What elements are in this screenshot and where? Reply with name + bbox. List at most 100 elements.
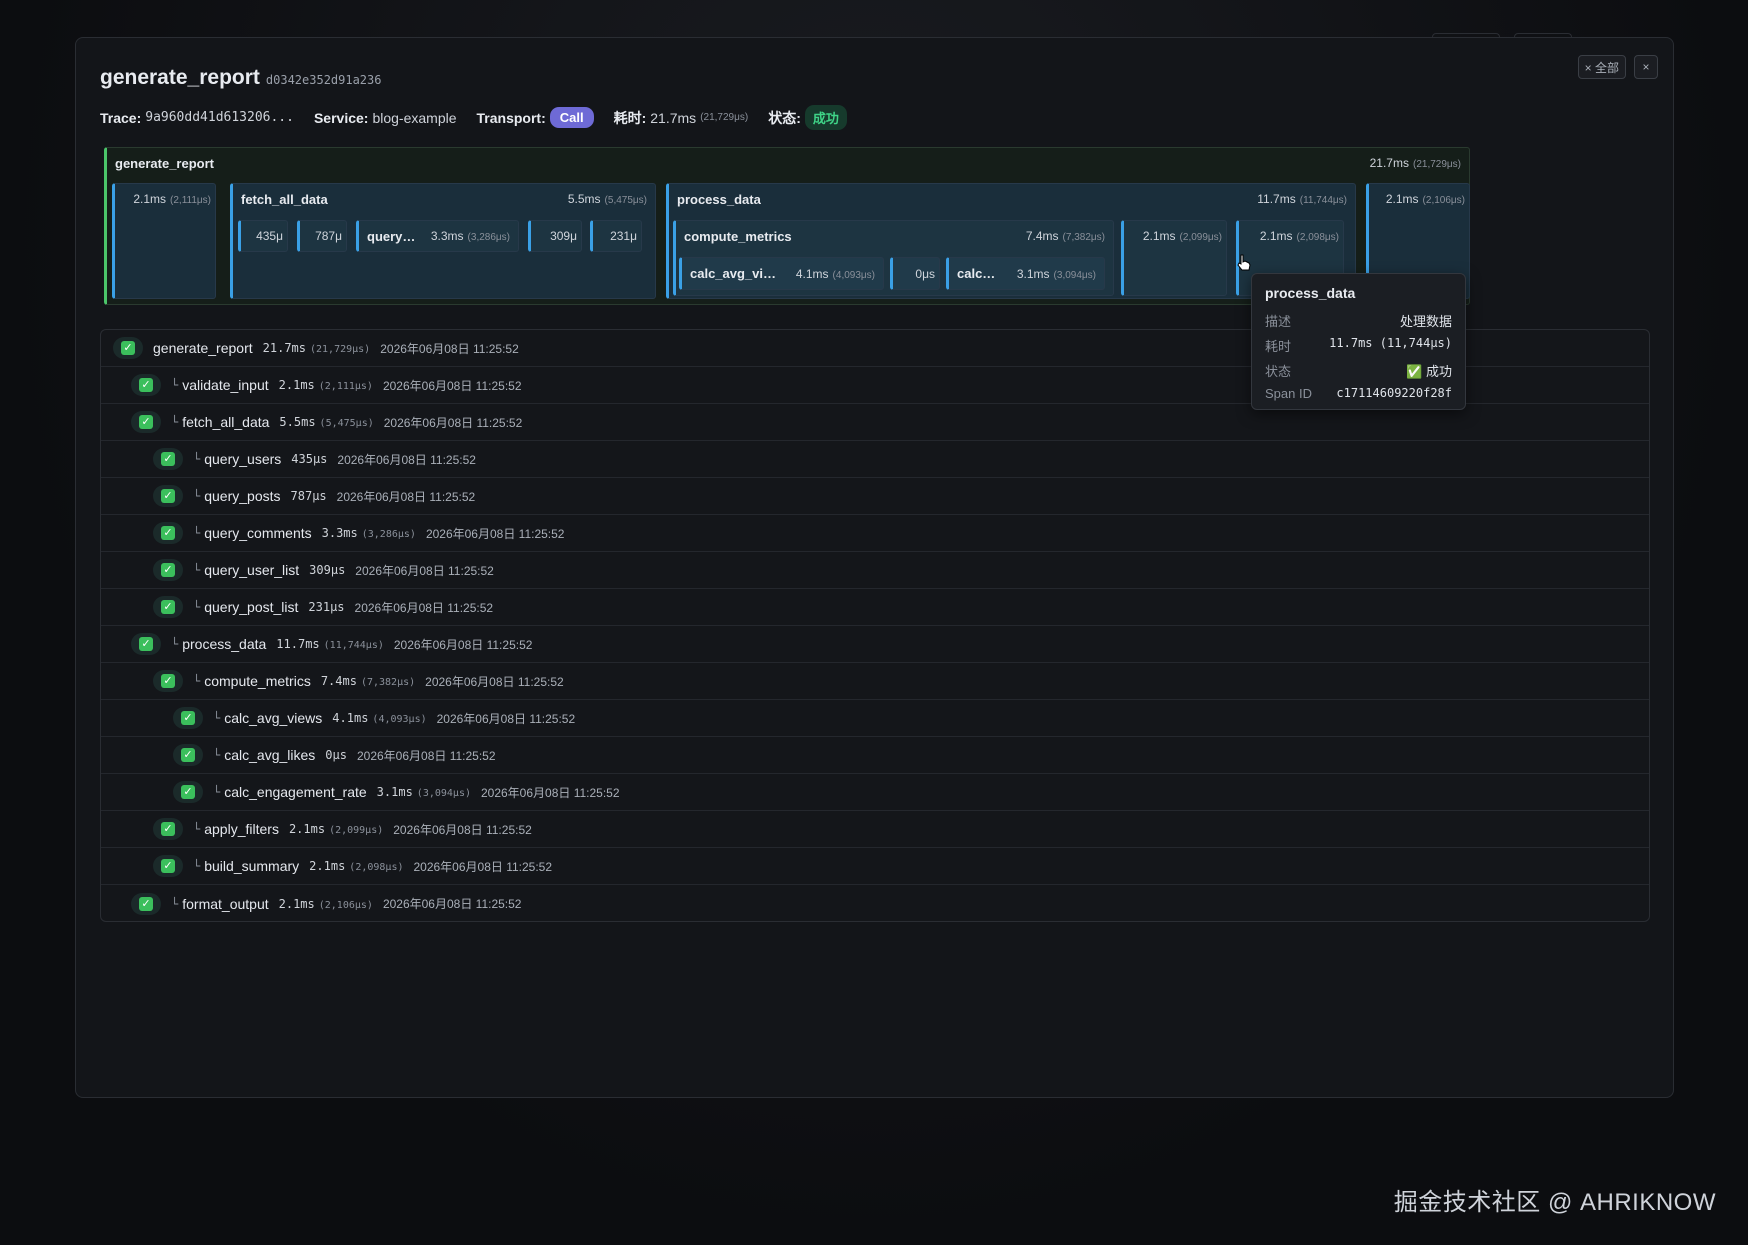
table-row[interactable]: ✓ └ query_user_list 309μs 2026年06月08日 11:25:… — [101, 552, 1649, 589]
span-duration: 3.1ms (3,094μs) — [377, 785, 471, 799]
span-timestamp: 2026年06月08日 11:25:52 — [393, 822, 532, 837]
span-name: process_data — [182, 636, 267, 652]
tree-connector: └ — [213, 748, 221, 762]
check-glyph: ✓ — [161, 822, 175, 836]
span-duration-value: 3.1ms — [376, 785, 413, 799]
tree-connector: └ — [171, 637, 179, 651]
tree-connector: └ — [213, 711, 221, 725]
pointer-cursor-icon — [1237, 254, 1251, 271]
flame-block-us: (7,382μs) — [1062, 232, 1105, 243]
flame-block-query-posts[interactable]: 787μ — [297, 220, 347, 252]
flame-block-us: (11,744μs) — [1299, 195, 1347, 206]
flame-block-duration: 4.1ms — [795, 266, 829, 281]
span-tooltip: process_data 描述 处理数据 耗时 11.7ms (11,744μs) … — [1251, 273, 1466, 410]
flame-block-us: (5,475μs) — [604, 195, 647, 206]
span-timestamp: 2026年06月08日 11:25:52 — [382, 378, 522, 393]
table-row[interactable]: ✓ └ build_summary 2.1ms (2,098μs) 2026年06月08日… — [101, 848, 1649, 885]
span-duration-us: (4,093μs) — [372, 714, 427, 725]
flame-block-apply-filters[interactable]: 2.1ms (2,099μs) — [1121, 220, 1227, 296]
span-duration-value: 4.1ms — [332, 711, 369, 725]
flame-block-duration: 435μ — [256, 229, 283, 243]
span-duration: 231μs — [308, 600, 344, 614]
flame-block-name: compute_metrics — [684, 228, 792, 244]
span-duration-us: (7,382μs) — [360, 677, 416, 688]
meta-trace: Trace: 9a960dd41d613206... — [100, 110, 294, 126]
flame-block-query-comments[interactable]: query… 3.3ms (3,286μs) — [356, 220, 519, 252]
flame-block-duration: 0μs — [915, 266, 935, 281]
flame-block-us: (2,099μs) — [1179, 232, 1222, 243]
meta-duration: 耗时: 21.7ms (21,729μs) — [614, 108, 749, 128]
tooltip-key: 描述 — [1265, 314, 1292, 329]
flame-block-duration: 5.5ms — [567, 192, 601, 206]
table-row[interactable]: ✓ └ calc_engagement_rate 3.1ms (3,094μs) 2026… — [101, 774, 1649, 811]
flame-block-duration: 231μ — [610, 229, 637, 243]
check-glyph: ✓ — [139, 378, 153, 392]
span-id-label: d0342e352d91a236 — [265, 73, 382, 87]
flame-block-us: (3,094μs) — [1053, 269, 1096, 281]
check-glyph: ✓ — [181, 748, 195, 762]
flame-block-duration: 3.1ms — [1016, 266, 1050, 281]
tree-connector: └ — [193, 563, 201, 577]
check-glyph: ✓ — [161, 563, 175, 577]
span-name: build_summary — [204, 858, 300, 874]
status-label: 状态: — [768, 109, 801, 126]
tree-connector: └ — [193, 822, 201, 836]
check-glyph: ✓ — [161, 859, 175, 873]
span-name: format_output — [182, 895, 269, 912]
span-name: query_posts — [204, 488, 281, 504]
modal-header: generate_report d0342e352d91a236 — [100, 66, 381, 90]
span-timestamp: 2026年06月08日 11:25:52 — [480, 785, 620, 800]
transport-badge: Call — [549, 107, 594, 128]
success-check-icon: ✓ — [131, 374, 161, 396]
flame-block-query-user-list[interactable]: 309μ — [528, 220, 582, 252]
table-row[interactable]: ✓ └ query_users 435μs 2026年06月08日 11:25:52 — [101, 441, 1649, 478]
span-duration: 7.4ms (7,382μs) — [321, 674, 415, 688]
span-name: validate_input — [182, 377, 269, 393]
table-row[interactable]: ✓ └ query_post_list 231μs 2026年06月08日 11:25:… — [101, 589, 1649, 626]
table-row[interactable]: ✓ └ query_comments 3.3ms (3,286μs) 2026年06月08… — [101, 515, 1649, 552]
table-row[interactable]: ✓ └ apply_filters 2.1ms (2,099μs) 2026年06月08日… — [101, 811, 1649, 848]
span-timestamp: 2026年06月08日 11:25:52 — [354, 600, 494, 615]
flame-block-validate-input[interactable]: 2.1ms (2,111μs) — [112, 183, 216, 299]
span-timestamp: 2026年06月08日 11:25:52 — [355, 563, 494, 578]
flame-block-calc-engagement-rate[interactable]: calc… 3.1ms (3,094μs) — [946, 257, 1105, 290]
tooltip-value: c17114609220f28f — [1336, 386, 1452, 400]
close-button[interactable]: × — [1634, 55, 1658, 79]
success-check-icon: ✓ — [173, 744, 203, 766]
flame-block-duration: 2.1ms — [133, 192, 167, 206]
table-row[interactable]: ✓ └ calc_avg_views 4.1ms (4,093μs) 2026年06月08… — [101, 700, 1649, 737]
success-check-icon: ✓ — [153, 448, 183, 470]
flame-block-query-users[interactable]: 435μ — [238, 220, 288, 252]
flame-block-calc-avg-likes[interactable]: 0μs — [890, 257, 940, 290]
span-timestamp: 2026年06月08日 11:25:52 — [436, 711, 576, 726]
span-duration-us: (21,729μs) — [310, 344, 371, 355]
span-duration-value: 21.7ms — [262, 341, 306, 355]
tooltip-key: 状态 — [1265, 364, 1292, 379]
span-duration-value: 309μs — [309, 563, 346, 577]
flame-block-duration: 3.3ms — [430, 229, 464, 243]
table-row[interactable]: ✓ └ calc_avg_likes 0μs 2026年06月08日 11:25:52 — [101, 737, 1649, 774]
span-duration-value: 0μs — [325, 748, 347, 762]
table-row[interactable]: ✓ └ format_output 2.1ms (2,106μs) 2026年06月08日… — [101, 885, 1649, 921]
table-row[interactable]: ✓ └ query_posts 787μs 2026年06月08日 11:25:52 — [101, 478, 1649, 515]
flame-block-name: fetch_all_data — [241, 191, 328, 207]
success-check-icon: ✓ — [153, 855, 183, 877]
flame-block-us: (4,093μs) — [832, 269, 875, 281]
span-name: compute_metrics — [204, 673, 311, 689]
meta-status: 状态: 成功 — [768, 105, 847, 130]
span-duration-us: (11,744μs) — [323, 640, 384, 651]
tree-connector: └ — [193, 600, 201, 614]
success-check-icon: ✓ — [153, 522, 183, 544]
span-duration: 3.3ms (3,286μs) — [322, 526, 416, 540]
success-check-icon: ✓ — [173, 781, 203, 803]
table-row[interactable]: ✓ └ process_data 11.7ms (11,744μs) 2026年06月08… — [101, 626, 1649, 663]
tooltip-row-span-id: Span ID c17114609220f28f — [1265, 386, 1452, 401]
span-name: query_user_list — [204, 562, 300, 578]
flame-block-name: generate_report — [115, 155, 214, 171]
span-duration: 2.1ms (2,098μs) — [309, 859, 403, 873]
flame-block-calc-avg-views[interactable]: calc_avg_vi… 4.1ms (4,093μs) — [679, 257, 884, 290]
success-check-icon: ✓ — [113, 337, 143, 359]
flame-block-query-post-list[interactable]: 231μ — [590, 220, 642, 252]
table-row[interactable]: ✓ └ compute_metrics 7.4ms (7,382μs) 2026年06月0… — [101, 663, 1649, 700]
clear-all-button[interactable]: × 全部 — [1577, 55, 1626, 79]
